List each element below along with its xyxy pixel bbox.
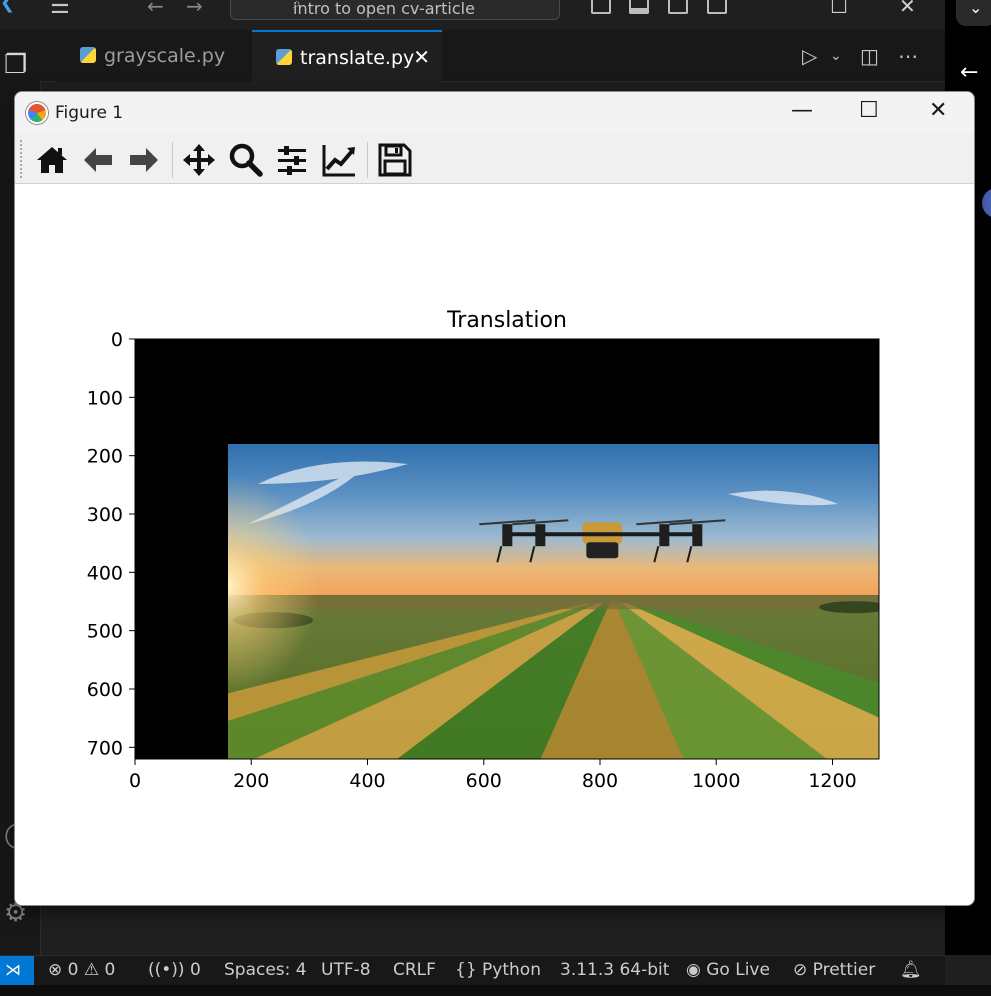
vscode-titlebar: ❮ ☰ ← → ⌕ intro to open cv-article ☐ ✕ [0,0,945,30]
close-icon[interactable]: ✕ [929,98,947,123]
command-center-search[interactable]: ⌕ intro to open cv-article [230,0,560,20]
menu-icon[interactable]: ☰ [50,0,70,19]
save-icon[interactable] [377,142,413,178]
back-arrow-icon[interactable]: ← [960,60,978,85]
eol-status[interactable]: CRLF [393,960,436,980]
x-tick-label: 400 [349,770,385,792]
forward-icon[interactable]: → [186,0,203,18]
figure-title: Figure 1 [55,103,124,123]
forward-arrow-icon[interactable] [126,142,162,178]
y-axis: 0 100 200 300 400 500 600 700 [87,329,135,759]
chevron-down-icon[interactable]: ⌄ [830,48,842,64]
subplots-config-icon[interactable] [274,142,310,178]
python-file-icon [80,47,96,63]
language-label: Python [482,960,541,980]
language-status[interactable]: {} Python [455,960,541,980]
interpreter-status[interactable]: 3.11.3 64-bit [560,960,669,980]
y-tick-label: 600 [87,679,123,701]
y-tick-label: 0 [111,329,123,351]
sun-glow [228,444,489,759]
back-arrow-icon[interactable] [80,142,116,178]
toolbar-separator [172,142,173,178]
x-axis: 0 200 400 600 800 1000 1200 [129,759,857,792]
split-editor-icon[interactable]: ◫ [860,44,879,68]
problems-indicator[interactable]: ⊗ 0 ⚠ 0 [48,960,115,980]
home-icon[interactable] [34,142,70,178]
tab-label: translate.py [300,47,415,69]
x-tick-label: 800 [582,770,618,792]
tab-label: grayscale.py [104,45,226,67]
toggle-sidebar-icon[interactable] [591,0,611,14]
tab-grayscale[interactable]: grayscale.py [56,30,254,82]
figure-window: Figure 1 — ☐ ✕ Translation 0 200 400 600… [14,91,975,906]
drone-motor [535,524,546,547]
broadcast-icon: ◉ [686,960,701,980]
tab-translate[interactable]: translate.py ✕ [252,30,442,82]
golive-label: Go Live [706,960,770,980]
editor-tabbar: grayscale.py translate.py ✕ ▷ ⌄ ◫ ⋯ [40,30,945,82]
drone-motor [659,524,670,547]
figure-canvas[interactable]: Translation 0 200 400 600 800 1000 1200 0 100 20… [15,185,974,905]
warning-count: 0 [104,960,116,980]
matplotlib-logo-icon [26,102,48,124]
run-icon[interactable]: ▷ [802,44,817,68]
prettier-label: Prettier [812,960,876,980]
close-icon[interactable]: ✕ [413,45,430,69]
vscode-logo-icon: ❮ [0,0,16,13]
golive-status[interactable]: ◉ Go Live [686,960,770,980]
drone-motor [692,524,703,547]
statusbar: ⋊ ⊗ 0 ⚠ 0 ((•)) 0 Spaces: 4 UTF-8 CRLF {… [0,955,945,986]
y-tick-label: 400 [87,562,123,584]
maximize-icon[interactable]: ☐ [830,0,848,18]
ports-count: 0 [189,960,201,980]
error-icon: ⊗ [48,960,63,980]
drone-payload [586,542,619,559]
customize-layout-icon[interactable] [707,0,727,14]
figure-titlebar[interactable]: Figure 1 — ☐ ✕ [15,92,974,134]
close-window-icon[interactable]: ✕ [899,0,916,18]
no-entry-icon: ⊘ [793,960,808,980]
chevron-down-icon[interactable]: ⌄ [956,0,991,26]
toggle-secondary-sidebar-icon[interactable] [668,0,688,14]
python-file-icon [276,49,292,65]
x-tick-label: 1200 [808,770,856,792]
toolbar-separator [367,142,368,178]
x-tick-label: 200 [233,770,269,792]
remote-icon[interactable]: ⋊ [0,956,34,986]
back-icon[interactable]: ← [147,0,164,18]
y-tick-label: 500 [87,621,123,643]
pan-icon[interactable] [181,142,217,178]
broadcast-icon: ((•)) [148,960,185,980]
drone-motor [502,524,513,547]
x-tick-label: 0 [129,770,141,792]
toggle-panel-icon[interactable] [629,0,649,14]
maximize-icon[interactable]: ☐ [859,98,879,123]
more-icon[interactable]: ⋯ [898,44,918,68]
braces-icon: {} [455,960,477,980]
x-tick-label: 1000 [692,770,740,792]
y-tick-label: 300 [87,504,123,526]
warning-icon: ⚠ [83,960,100,980]
prettier-status[interactable]: ⊘ Prettier [793,960,875,980]
indentation-status[interactable]: Spaces: 4 [224,960,307,980]
zoom-icon[interactable] [228,142,264,178]
error-count: 0 [67,960,79,980]
plot-svg: Translation 0 200 400 600 800 1000 1200 0 100 20… [87,308,880,792]
toolbar-grip [20,140,23,178]
figure-toolbar [15,134,974,184]
chart-title: Translation [446,308,567,333]
ports-indicator[interactable]: ((•)) 0 [148,960,201,980]
search-icon: ⌕ [293,0,301,12]
edit-axis-icon[interactable] [321,142,357,178]
y-tick-label: 100 [87,387,123,409]
minimize-icon[interactable]: — [791,98,813,123]
explorer-icon[interactable]: ❐ [4,50,27,80]
y-tick-label: 200 [87,446,123,468]
x-tick-label: 600 [466,770,502,792]
bell-icon[interactable]: 🔔︎ [900,960,922,980]
search-text: intro to open cv-article [293,0,475,18]
y-tick-label: 700 [87,737,123,759]
encoding-status[interactable]: UTF-8 [321,960,371,980]
taskbar-edge [0,985,991,996]
